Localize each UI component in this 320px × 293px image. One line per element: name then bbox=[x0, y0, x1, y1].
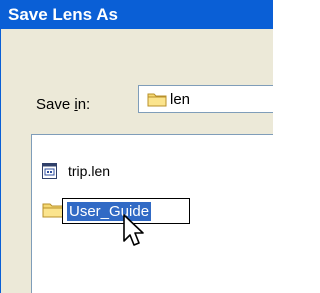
title-bar[interactable]: Save Lens As bbox=[0, 0, 273, 29]
save-lens-as-dialog: Save Lens As Save in: len trip.len User_… bbox=[0, 0, 273, 293]
save-in-value: len bbox=[170, 91, 191, 108]
save-in-dropdown[interactable]: len bbox=[138, 85, 273, 113]
file-name: trip.len bbox=[68, 163, 111, 179]
file-list[interactable]: trip.len User_Guide bbox=[31, 134, 273, 293]
save-in-label: Save in: bbox=[36, 96, 90, 113]
dialog-title: Save Lens As bbox=[8, 5, 118, 24]
folder-icon bbox=[42, 201, 64, 224]
save-in-label-suffix: n: bbox=[77, 96, 91, 113]
folder-icon bbox=[147, 91, 167, 112]
lens-file-icon bbox=[42, 163, 58, 185]
save-in-label-prefix: Save bbox=[36, 96, 75, 113]
mouse-pointer-icon bbox=[122, 213, 148, 254]
